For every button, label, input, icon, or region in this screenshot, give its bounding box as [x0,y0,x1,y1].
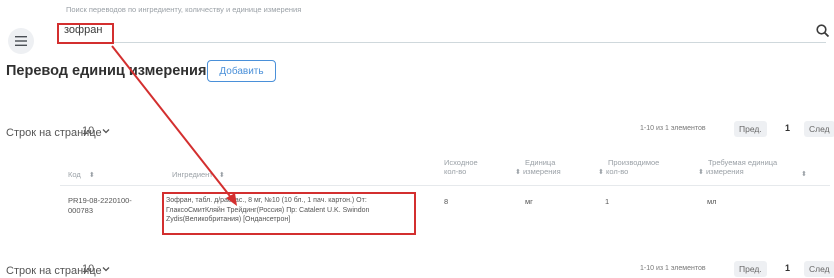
arrow-annotation [111,45,237,206]
